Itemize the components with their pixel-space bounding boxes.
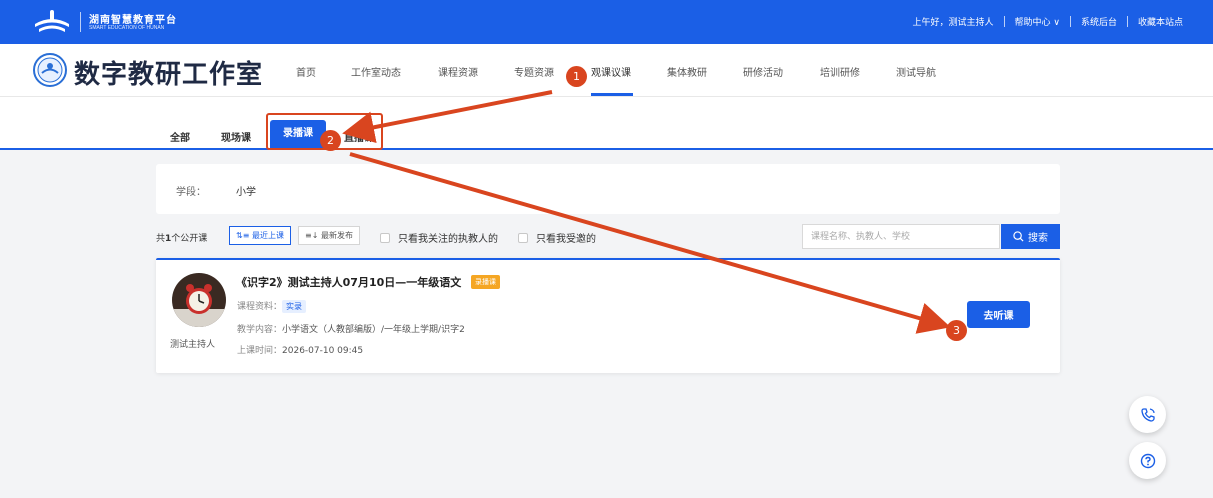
studio-title: 数字教研工作室 [74,60,264,90]
sort-recent-button[interactable]: ⇅≡ 最近上课 [229,226,291,245]
search-icon [1013,231,1024,242]
course-materials: 课程资料： 实录 [237,299,307,313]
invited-filter-checkbox[interactable]: 只看我受邀的 [518,230,596,245]
annotation-marker-3: 3 [946,320,967,341]
teacher-name: 测试主持人 [170,340,216,350]
question-icon [1140,453,1155,468]
nav-course-resources[interactable]: 课程资源 [438,64,478,79]
checkbox-label: 只看我关注的执教人的 [398,234,498,245]
top-links: 上午好，测试主持人 帮助中心 ∨ 系统后台 收藏本站点 [903,15,1183,28]
sort-newest-button[interactable]: ≡↓ 最新发布 [298,226,360,245]
nav-home[interactable]: 首页 [296,64,316,79]
help-button[interactable] [1129,442,1166,479]
brand-divider [80,12,81,32]
greeting-link[interactable]: 上午好，测试主持人 [903,15,1004,28]
stage-label: 学段： [176,187,206,198]
course-card: 测试主持人 《识字2》测试主持人07月10日—一年级语文 录播课 课程资料： 实录… [156,258,1060,373]
phone-icon [1140,407,1155,422]
course-count: 共1个公开课 [156,234,208,244]
checkbox[interactable] [380,232,390,243]
listen-button[interactable]: 去听课 [967,301,1030,328]
tab-onsite[interactable]: 现场课 [221,129,251,144]
course-content: 教学内容：小学语文（人教部编版）/一年级上学期/识字2 [237,325,465,335]
recorded-badge: 录播课 [471,275,500,289]
teacher-avatar [172,273,226,327]
platform-logo-icon [35,10,69,32]
nav-test-guide[interactable]: 测试导航 [896,64,936,79]
top-bar: 湖南智慧教育平台 SMART EDUCATION OF HUNAN 上午好，测试… [0,0,1213,44]
course-time: 上课时间：2026-07-10 09:45 [237,346,364,356]
platform-name-en: SMART EDUCATION OF HUNAN [89,25,165,31]
stage-option-primary[interactable]: 小学 [236,183,256,198]
course-title[interactable]: 《识字2》测试主持人07月10日—一年级语文 [236,274,461,290]
annotation-marker-1: 1 [566,66,587,87]
material-tag[interactable]: 实录 [282,300,307,313]
nav-training[interactable]: 培训研修 [820,64,860,79]
search-button-label: 搜索 [1028,233,1048,244]
help-center-dropdown[interactable]: 帮助中心 ∨ [1005,15,1070,28]
favorite-link[interactable]: 收藏本站点 [1128,15,1183,28]
lesson-type-tabs: 全部 现场课 录播课 直播课 [0,97,1213,150]
nav-observe-lessons[interactable]: 观课议课 [591,64,631,79]
checkbox[interactable] [518,232,528,243]
search-input[interactable] [802,224,1000,249]
search-button[interactable]: 搜索 [1001,224,1060,249]
nav-topic-resources[interactable]: 专题资源 [514,64,554,79]
studio-header: 数字教研工作室 首页 工作室动态 课程资源 专题资源 观课议课 集体教研 研修活… [0,44,1213,97]
follow-filter-checkbox[interactable]: 只看我关注的执教人的 [380,230,498,245]
admin-link[interactable]: 系统后台 [1071,15,1127,28]
phone-button[interactable] [1129,396,1166,433]
studio-logo-icon [33,53,67,87]
checkbox-label: 只看我受邀的 [536,234,596,245]
nav-group-research[interactable]: 集体教研 [667,64,707,79]
nav-research-activities[interactable]: 研修活动 [743,64,783,79]
annotation-marker-2: 2 [320,130,341,151]
filter-panel: 学段： 小学 [156,164,1060,214]
tab-all[interactable]: 全部 [170,129,190,144]
platform-name: 湖南智慧教育平台 [89,15,177,26]
active-nav-indicator [591,93,633,96]
nav-studio-news[interactable]: 工作室动态 [351,64,401,79]
